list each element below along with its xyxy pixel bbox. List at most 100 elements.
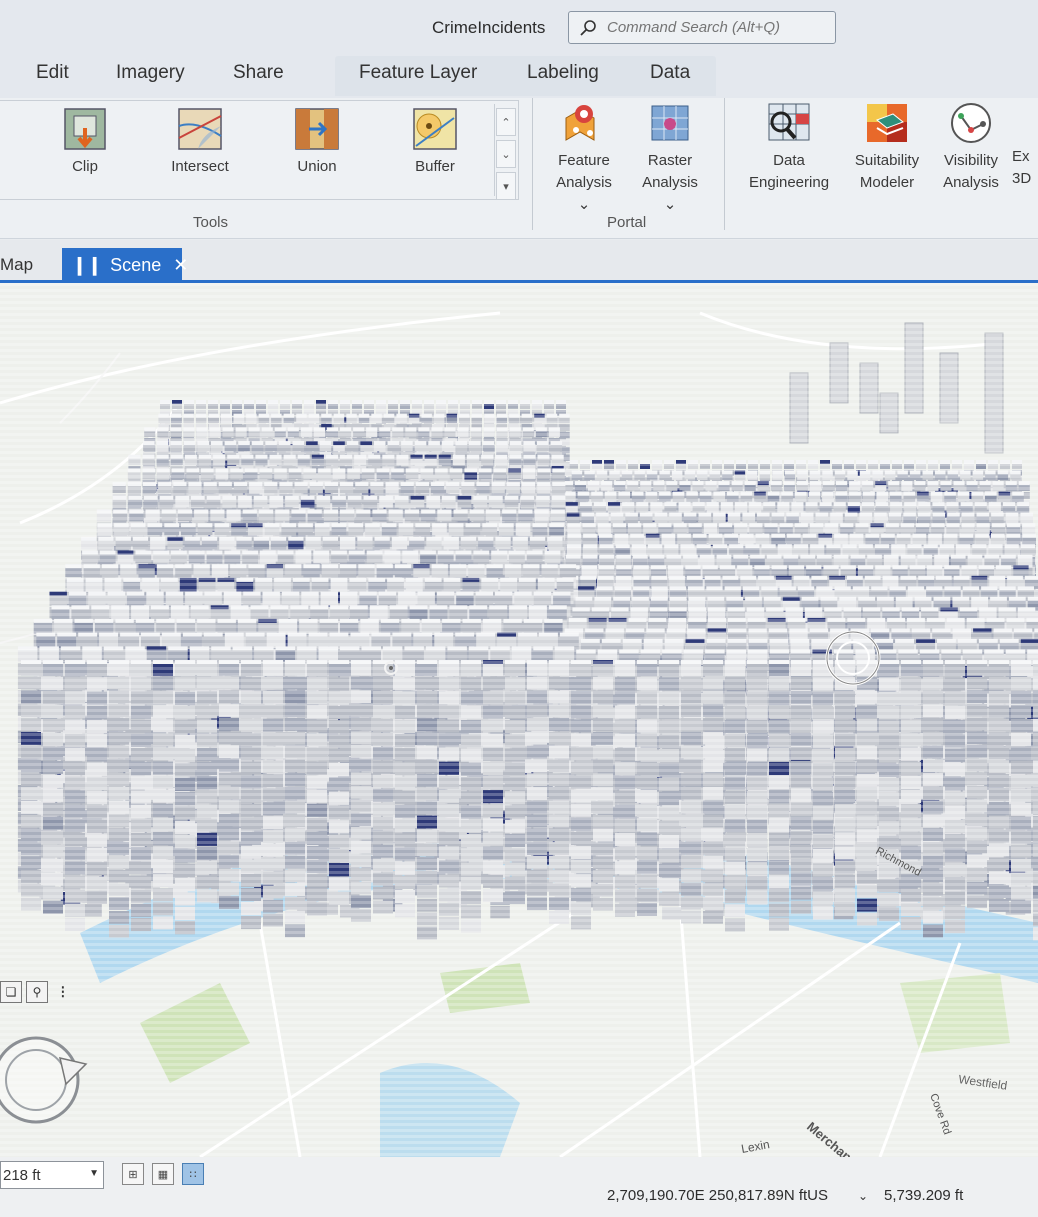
crime-column — [939, 352, 959, 424]
scene-view[interactable]: Richmond Westfield Cove Rd Merchant Lexi… — [0, 283, 1038, 1157]
crime-column — [747, 660, 767, 904]
crime-column — [923, 660, 943, 938]
crime-column — [681, 660, 701, 924]
gallery-down-button[interactable]: ⌄ — [496, 140, 516, 168]
tab-data[interactable]: Data — [650, 62, 690, 84]
crime-column — [703, 660, 723, 924]
gallery-up-button[interactable]: ⌃ — [496, 108, 516, 136]
raster-analysis-button[interactable]: Raster Analysis ⌄ — [632, 100, 708, 216]
intersect-icon — [178, 108, 222, 150]
scene-icon: ❙❙ — [72, 255, 102, 276]
snapping-icon[interactable]: ∷ — [182, 1163, 204, 1185]
command-search-box[interactable] — [568, 11, 836, 44]
crime-column — [373, 660, 393, 914]
chevron-down-icon: ⌄ — [546, 194, 622, 216]
tab-feature-layer[interactable]: Feature Layer — [359, 62, 477, 84]
data-engineering-label-2: Engineering — [740, 172, 838, 194]
tab-share[interactable]: Share — [233, 62, 284, 84]
clip-button[interactable]: Clip — [60, 106, 110, 178]
tab-imagery[interactable]: Imagery — [116, 62, 185, 84]
union-button[interactable]: Union — [290, 106, 344, 178]
crime-column — [65, 660, 85, 931]
scale-dropdown[interactable]: 218 ft ▼ — [0, 1161, 104, 1189]
crime-column — [527, 660, 547, 911]
feature-analysis-button[interactable]: Feature Analysis ⌄ — [546, 100, 622, 216]
crime-column — [789, 372, 809, 444]
navigator-icon[interactable] — [0, 1030, 92, 1130]
crime-column — [1033, 660, 1038, 941]
crime-column — [285, 660, 305, 938]
crime-column — [791, 660, 811, 914]
union-icon — [295, 108, 339, 150]
gallery-expand-button[interactable]: ▾ — [496, 172, 516, 200]
title-bar: CrimeIncidents — [0, 0, 1038, 52]
tab-labeling[interactable]: Labeling — [527, 62, 599, 84]
table-icon[interactable]: ▦ — [152, 1163, 174, 1185]
buffer-button[interactable]: Buffer — [408, 106, 462, 178]
first-person-icon[interactable]: ⚲ — [26, 981, 48, 1003]
intersect-button[interactable]: Intersect — [168, 106, 232, 178]
visibility-analysis-label-2: Analysis — [936, 172, 1006, 194]
tab-map[interactable]: Map — [0, 255, 33, 275]
explore-3d-label-1: Ex — [1012, 146, 1038, 168]
crime-column — [857, 660, 877, 926]
search-icon — [580, 19, 596, 36]
crime-column — [967, 660, 987, 909]
ribbon: Clip Intersect Union Buffer ⌃ ⌄ ▾ Tools … — [0, 98, 1038, 239]
app-title: CrimeIncidents — [432, 18, 545, 38]
crime-column — [21, 660, 41, 911]
command-search-input[interactable] — [605, 18, 829, 37]
crime-column — [615, 660, 635, 917]
group-separator — [724, 98, 725, 230]
crime-column — [725, 660, 745, 932]
crime-column — [153, 660, 173, 930]
more-options-icon[interactable]: ⁝ — [60, 982, 66, 1003]
full-extent-button[interactable]: ❏ — [0, 981, 22, 1003]
status-bar: 218 ft ▼ ⊞ ▦ ∷ 2,709,190.70E 250,817.89N… — [0, 1157, 1038, 1217]
crime-column — [307, 660, 327, 916]
scale-value: 218 ft — [3, 1167, 41, 1184]
status-bar-tools: ⊞ ▦ ∷ — [122, 1163, 204, 1185]
data-engineering-button[interactable]: Data Engineering — [740, 100, 838, 194]
crime-column — [87, 660, 107, 904]
crime-column — [571, 660, 591, 930]
explore-3d-label-2: 3D — [1012, 168, 1038, 190]
clip-label: Clip — [60, 156, 110, 178]
crime-column — [549, 660, 569, 924]
crime-column — [945, 660, 965, 934]
close-icon[interactable]: ✕ — [173, 255, 188, 276]
scene-canvas[interactable]: Richmond Westfield Cove Rd Merchant Lexi… — [0, 283, 1038, 1157]
crime-column — [859, 362, 879, 414]
feature-analysis-label-1: Feature — [546, 150, 622, 172]
data-engineering-icon — [768, 103, 810, 141]
visibility-analysis-icon — [951, 103, 991, 143]
crime-column — [829, 342, 849, 404]
cursor-coordinates: 2,709,190.70E 250,817.89N ftUS — [607, 1187, 828, 1204]
crime-column — [1011, 660, 1031, 914]
crime-column — [593, 660, 613, 911]
visibility-analysis-button[interactable]: Visibility Analysis — [936, 100, 1006, 194]
crime-column — [175, 660, 195, 935]
crime-column — [659, 660, 679, 906]
crime-column — [263, 660, 283, 927]
crime-column — [329, 660, 349, 905]
crime-column — [417, 660, 437, 940]
crime-column — [43, 660, 63, 914]
grid-icon[interactable]: ⊞ — [122, 1163, 144, 1185]
crime-column — [904, 322, 924, 414]
suitability-modeler-button[interactable]: Suitability Modeler — [845, 100, 929, 194]
crime-column — [505, 660, 525, 905]
tab-scene[interactable]: ❙❙ Scene ✕ — [62, 248, 188, 282]
navigation-toolbar: ❏ ⚲ ⁝ — [0, 981, 66, 1003]
crime-column — [351, 660, 371, 922]
visibility-analysis-label-1: Visibility — [936, 150, 1006, 172]
data-engineering-label-1: Data — [740, 150, 838, 172]
chevron-down-icon: ⌄ — [632, 194, 708, 216]
raster-analysis-icon — [651, 105, 689, 141]
chevron-down-icon[interactable]: ⌄ — [858, 1189, 868, 1203]
crime-column — [879, 392, 899, 434]
feature-analysis-icon — [565, 105, 595, 141]
tab-edit[interactable]: Edit — [36, 62, 69, 84]
explore-3d-button[interactable]: Ex 3D — [1012, 146, 1038, 190]
suitability-modeler-label-1: Suitability — [845, 150, 929, 172]
